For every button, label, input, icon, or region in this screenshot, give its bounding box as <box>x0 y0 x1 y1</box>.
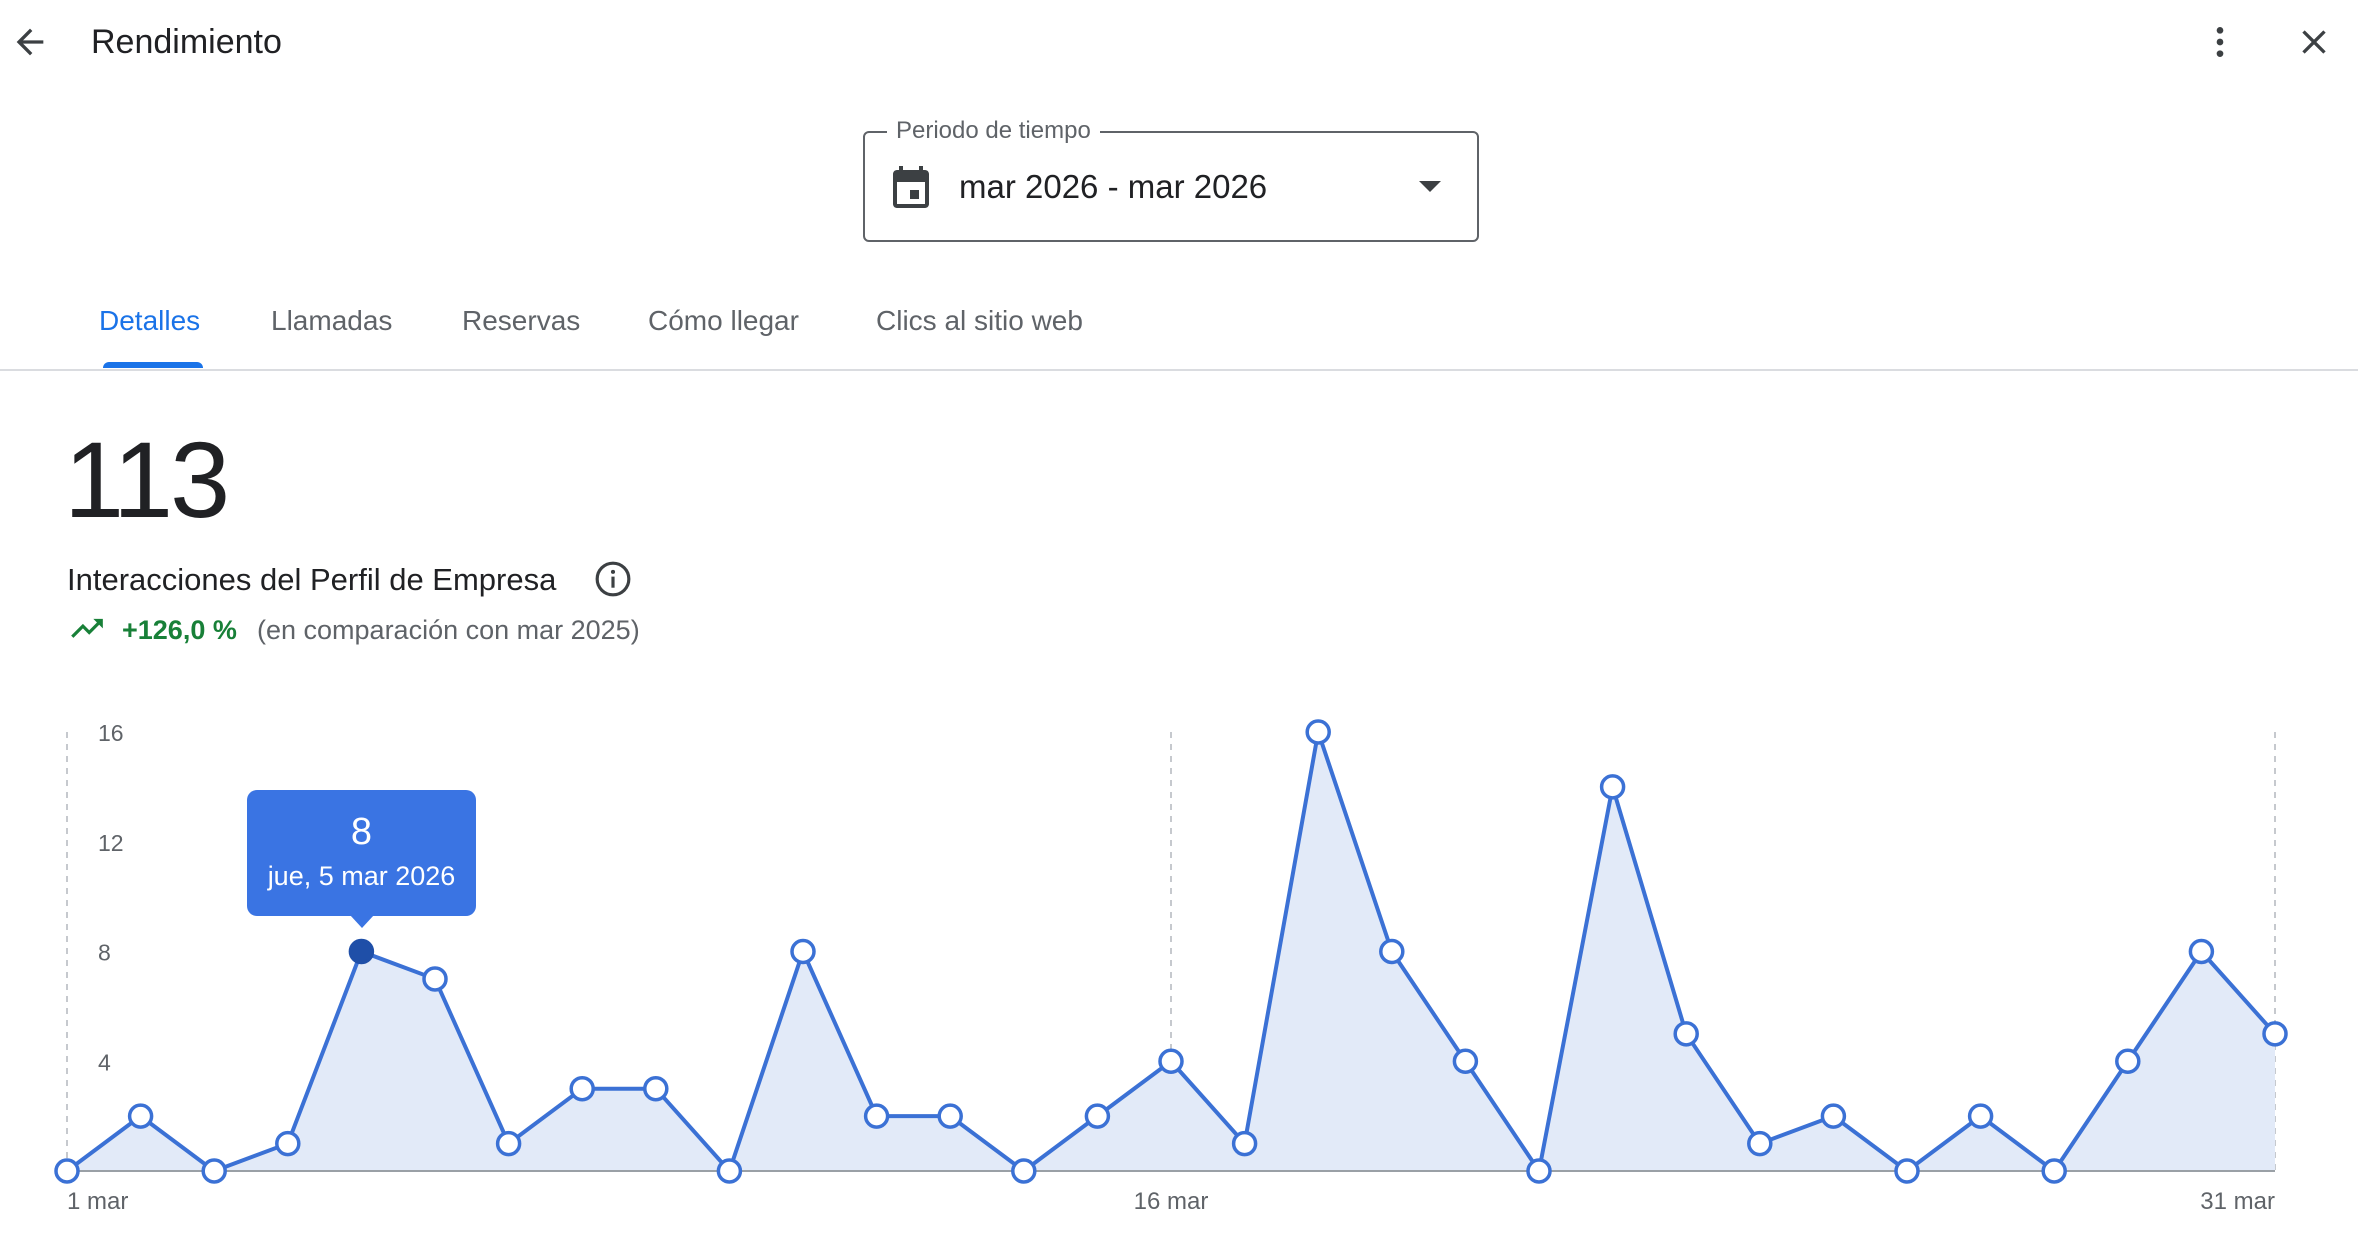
app-header: Rendimiento <box>0 0 2358 84</box>
data-point <box>422 966 448 992</box>
more-options-button[interactable] <box>2196 18 2244 66</box>
tab-reservas[interactable]: Reservas <box>462 304 580 338</box>
data-point <box>1084 1103 1111 1129</box>
data-point <box>1747 1130 1773 1157</box>
info-icon[interactable] <box>594 560 632 598</box>
data-point <box>2262 1021 2288 1047</box>
data-point <box>937 1103 963 1129</box>
tab-llamadas[interactable]: Llamadas <box>271 304 392 338</box>
y-tick-label: 8 <box>98 940 111 966</box>
tab-como-llegar[interactable]: Cómo llegar <box>648 304 799 338</box>
y-tick-label: 4 <box>98 1049 111 1075</box>
data-point <box>643 1075 669 1102</box>
trending-up-icon <box>71 618 103 638</box>
data-point <box>863 1103 890 1129</box>
x-tick-label: 31 mar <box>2200 1188 2275 1215</box>
data-point <box>2041 1158 2067 1184</box>
data-point <box>790 938 816 965</box>
data-point <box>201 1158 227 1184</box>
more-vert-icon <box>2216 27 2224 57</box>
x-tick-label: 16 mar <box>1134 1188 1209 1215</box>
data-point <box>275 1130 301 1157</box>
data-point <box>1011 1158 1037 1184</box>
time-period-value: mar 2026 - mar 2026 <box>959 168 1268 205</box>
data-point <box>1231 1130 1258 1157</box>
tooltip-value: 8 <box>350 811 373 853</box>
data-point <box>2188 938 2215 965</box>
total-interactions-value: 113 <box>64 419 230 540</box>
data-point <box>1452 1048 1479 1074</box>
tab-detalles[interactable]: Detalles <box>99 304 200 338</box>
data-point <box>1967 1103 1994 1129</box>
y-tick-label: 16 <box>98 720 124 746</box>
data-point <box>1158 1048 1184 1074</box>
data-point <box>1526 1158 1552 1184</box>
arrow-back-icon <box>16 28 44 56</box>
data-point <box>1673 1021 1699 1047</box>
data-point <box>1599 774 1626 800</box>
active-tab-indicator <box>103 362 203 368</box>
data-point <box>1379 938 1405 965</box>
trend-percentage: +126,0 % <box>122 615 237 645</box>
data-point <box>54 1158 80 1184</box>
data-point <box>1305 719 1331 745</box>
tab-bar: Detalles Llamadas Reservas Cómo llegar C… <box>0 290 2358 371</box>
chart-tooltip: 8 jue, 5 mar 2026 <box>247 790 476 928</box>
selected-data-point <box>348 938 375 965</box>
data-point <box>127 1103 154 1129</box>
interactions-chart: 4 8 12 16 1 mar 16 mar 31 mar <box>54 719 2288 1215</box>
data-point <box>1820 1103 1847 1129</box>
back-button[interactable] <box>6 18 54 66</box>
data-point <box>1894 1158 1920 1184</box>
y-tick-label: 12 <box>98 830 124 856</box>
data-point <box>569 1075 595 1102</box>
time-period-select[interactable]: Periodo de tiempo mar 2026 - mar 2026 <box>863 116 1479 242</box>
tab-clics-sitio-web[interactable]: Clics al sitio web <box>876 304 1083 338</box>
close-icon <box>2302 30 2326 54</box>
time-period-label: Periodo de tiempo <box>887 116 1100 146</box>
close-button[interactable] <box>2290 18 2338 66</box>
page-title: Rendimiento <box>91 23 282 61</box>
data-point <box>495 1130 522 1157</box>
metric-label: Interacciones del Perfil de Empresa <box>67 562 557 597</box>
dropdown-arrow-icon <box>1419 181 1441 192</box>
tooltip-date: jue, 5 mar 2026 <box>267 861 456 891</box>
data-point <box>2115 1048 2141 1074</box>
calendar-icon <box>893 166 929 208</box>
x-tick-label: 1 mar <box>67 1188 128 1215</box>
data-point <box>716 1158 743 1184</box>
trend-comparison: (en comparación con mar 2025) <box>257 615 640 645</box>
